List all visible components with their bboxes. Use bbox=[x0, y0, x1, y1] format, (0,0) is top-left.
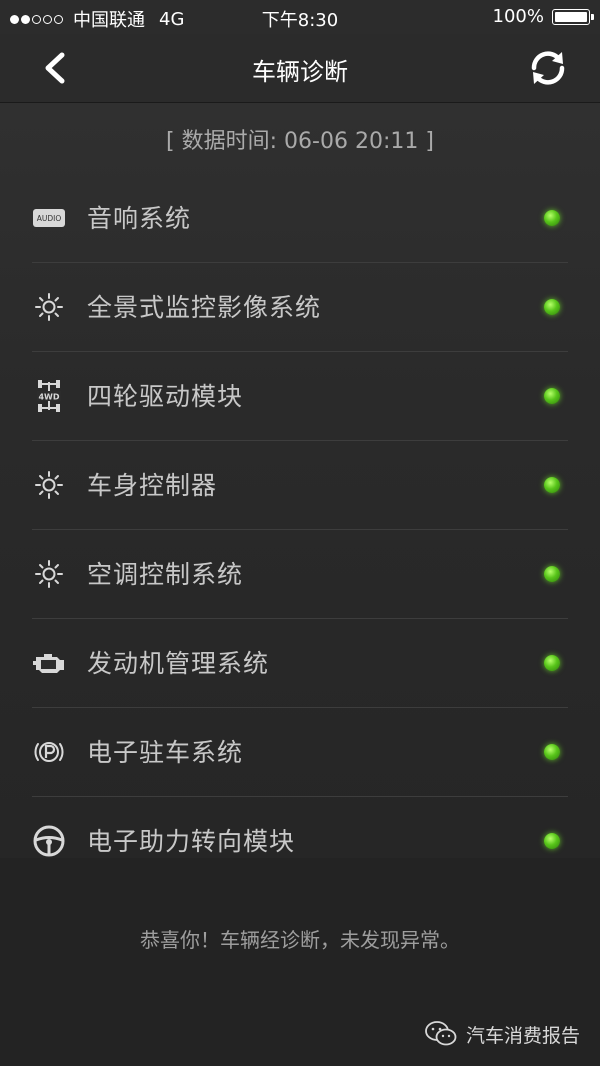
list-item-electronic-parking-system[interactable]: 电子驻车系统 bbox=[32, 707, 568, 797]
engine-icon bbox=[33, 654, 64, 673]
data-timestamp: [ 数据时间: 06-06 20:11 ] bbox=[166, 129, 434, 154]
sun-icon bbox=[35, 293, 63, 321]
svg-text:4WD: 4WD bbox=[38, 393, 59, 402]
status-ok-indicator bbox=[544, 566, 560, 582]
list-item-ac-control-system[interactable]: 空调控制系统 bbox=[32, 529, 568, 619]
sun-icon bbox=[35, 471, 63, 499]
nav-bar: 车辆诊断 bbox=[0, 34, 600, 103]
4wd-icon: 4WD bbox=[37, 380, 61, 412]
footer: 恭喜你！车辆经诊断，未发现异常。 汽车消费报告 bbox=[0, 858, 600, 1066]
battery-icon bbox=[552, 8, 594, 25]
page-title: 车辆诊断 bbox=[252, 58, 348, 86]
list-item-label: 音响系统 bbox=[87, 204, 192, 233]
status-ok-indicator bbox=[544, 210, 560, 226]
list-item-label: 空调控制系统 bbox=[87, 560, 244, 589]
list-item-audio-system[interactable]: AUDIO 音响系统 bbox=[32, 173, 568, 263]
watermark-text: 汽车消费报告 bbox=[465, 1024, 580, 1047]
list-item-label: 全景式监控影像系统 bbox=[87, 293, 322, 322]
list-item-label: 四轮驱动模块 bbox=[87, 382, 244, 411]
list-item-label: 电子助力转向模块 bbox=[87, 827, 296, 856]
list-item-label: 电子驻车系统 bbox=[87, 738, 244, 767]
status-ok-indicator bbox=[544, 477, 560, 493]
status-ok-indicator bbox=[544, 833, 560, 849]
list-item-engine-management-system[interactable]: 发动机管理系统 bbox=[32, 618, 568, 708]
watermark: 汽车消费报告 bbox=[424, 1020, 580, 1048]
parking-brake-icon bbox=[34, 742, 64, 762]
list-item-surround-view-system[interactable]: 全景式监控影像系统 bbox=[32, 262, 568, 352]
diagnosis-result-message: 恭喜你！车辆经诊断，未发现异常。 bbox=[140, 928, 460, 952]
status-bar: 中国联通 4G 下午8:30 100% bbox=[0, 0, 600, 34]
refresh-icon[interactable] bbox=[526, 46, 570, 90]
audio-icon: AUDIO bbox=[33, 209, 65, 227]
svg-text:AUDIO: AUDIO bbox=[37, 214, 62, 223]
list-item-label: 发动机管理系统 bbox=[87, 649, 270, 678]
status-ok-indicator bbox=[544, 388, 560, 404]
steering-wheel-icon bbox=[33, 825, 65, 857]
list-item-body-controller[interactable]: 车身控制器 bbox=[32, 440, 568, 530]
status-ok-indicator bbox=[544, 655, 560, 671]
wechat-icon bbox=[425, 1021, 457, 1046]
battery-percent: 100% bbox=[492, 6, 544, 27]
list-item-label: 车身控制器 bbox=[87, 471, 218, 500]
status-ok-indicator bbox=[544, 299, 560, 315]
list-item-4wd-module[interactable]: 4WD 四轮驱动模块 bbox=[32, 351, 568, 441]
status-ok-indicator bbox=[544, 744, 560, 760]
sun-icon bbox=[35, 560, 63, 588]
